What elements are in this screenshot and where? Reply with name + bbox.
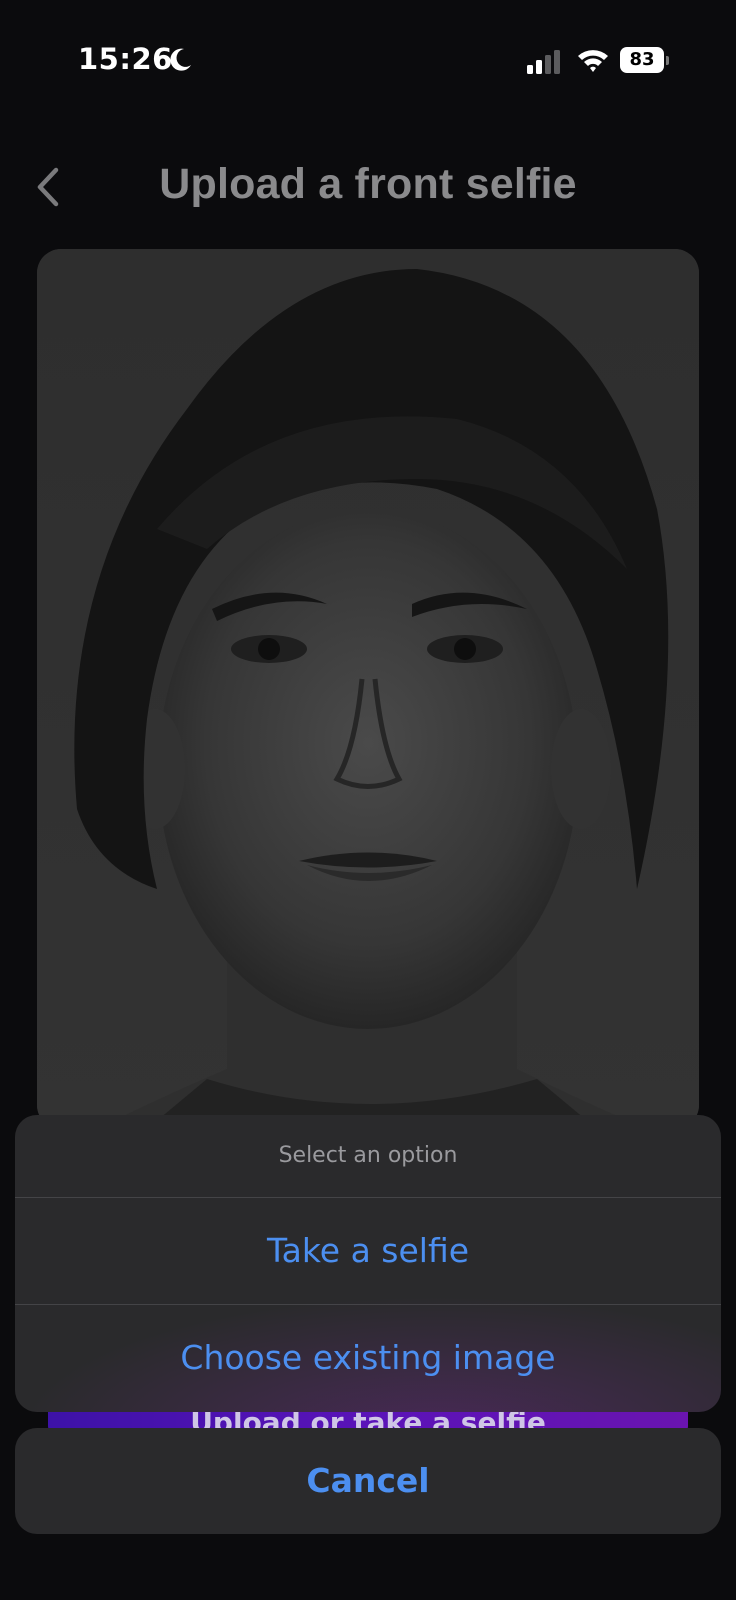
action-sheet-title: Select an option <box>278 1143 458 1168</box>
status-bar: 15:26 83 <box>0 0 736 120</box>
moon-icon <box>170 48 191 71</box>
choose-existing-image-option[interactable]: Choose existing image <box>15 1304 721 1412</box>
selfie-preview-image <box>37 249 699 1129</box>
battery-tip <box>666 56 669 65</box>
cellular-signal-icon <box>527 50 560 74</box>
take-selfie-option[interactable]: Take a selfie <box>15 1197 721 1304</box>
battery-icon: 83 <box>620 47 669 73</box>
battery-level: 83 <box>620 47 664 73</box>
action-sheet: Select an option Take a selfie Choose ex… <box>15 1115 721 1412</box>
wifi-icon <box>578 50 608 72</box>
cancel-button[interactable]: Cancel <box>15 1428 721 1534</box>
header: Upload a front selfie <box>0 140 736 230</box>
page-title: Upload a front selfie <box>159 160 577 208</box>
status-time: 15:26 <box>78 42 173 76</box>
